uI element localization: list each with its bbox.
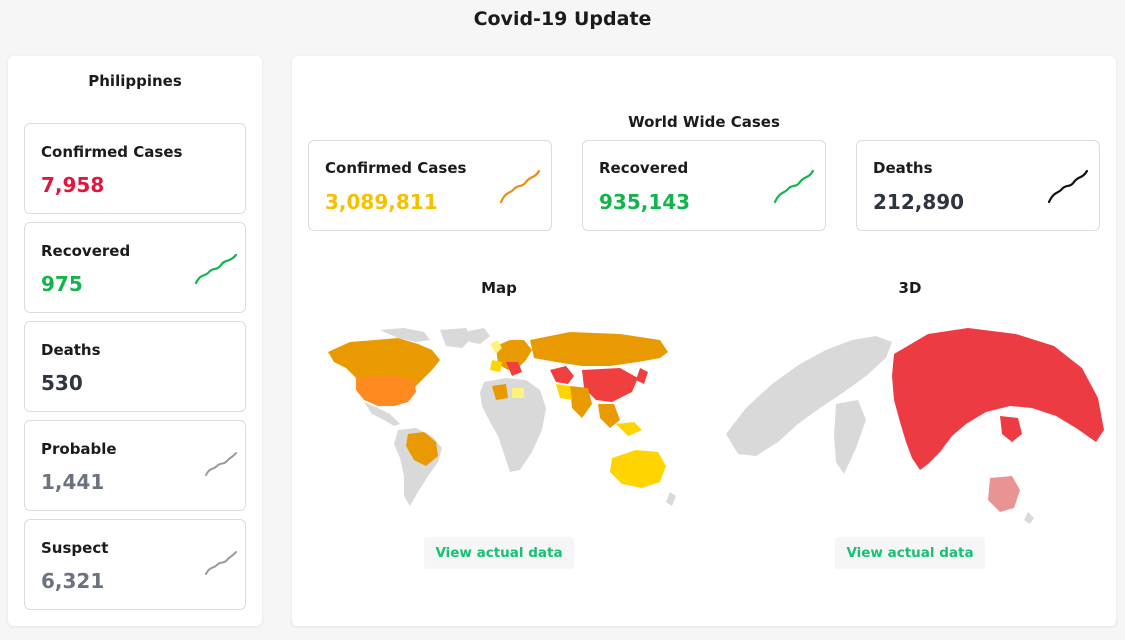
stat-value: 6,321	[41, 569, 105, 593]
country-suspect-card[interactable]: Suspect 6,321	[24, 519, 246, 610]
stat-value: 935,143	[599, 190, 691, 214]
view-map-data-button[interactable]: View actual data	[424, 537, 574, 569]
stat-value: 530	[41, 371, 83, 395]
view-globe-data-button[interactable]: View actual data	[835, 537, 985, 569]
stat-value: 1,441	[41, 470, 105, 494]
country-confirmed-card[interactable]: Confirmed Cases 7,958	[24, 123, 246, 214]
world-choropleth-map[interactable]	[320, 326, 692, 518]
trend-sparkline-icon	[205, 551, 237, 575]
stat-label: Confirmed Cases	[325, 159, 467, 177]
trend-sparkline-icon	[499, 169, 541, 204]
world-3d-globe[interactable]	[716, 324, 1108, 524]
stat-label: Deaths	[41, 341, 101, 359]
stat-label: Confirmed Cases	[41, 143, 183, 161]
trend-sparkline-icon	[773, 169, 815, 204]
country-recovered-card[interactable]: Recovered 975	[24, 222, 246, 313]
country-name: Philippines	[88, 72, 182, 90]
world-deaths-card[interactable]: Deaths 212,890	[856, 140, 1100, 231]
stat-label: Recovered	[599, 159, 689, 177]
country-probable-card[interactable]: Probable 1,441	[24, 420, 246, 511]
world-title: World Wide Cases	[628, 113, 780, 131]
trend-sparkline-icon	[205, 452, 237, 476]
stat-label: Recovered	[41, 242, 131, 260]
world-panel: World Wide Cases Confirmed Cases 3,089,8…	[292, 56, 1116, 626]
stat-label: Probable	[41, 440, 117, 458]
globe-title: 3D	[898, 279, 922, 297]
map-title: Map	[481, 279, 517, 297]
stat-label: Suspect	[41, 539, 109, 557]
stat-value: 3,089,811	[325, 190, 438, 214]
page-title: Covid-19 Update	[473, 8, 652, 30]
trend-sparkline-icon	[1047, 169, 1089, 204]
trend-sparkline-icon	[194, 253, 238, 285]
stat-label: Deaths	[873, 159, 933, 177]
country-deaths-card[interactable]: Deaths 530	[24, 321, 246, 412]
stat-value: 975	[41, 272, 83, 296]
country-panel: Philippines Confirmed Cases 7,958 Recove…	[8, 56, 262, 626]
stat-value: 212,890	[873, 190, 965, 214]
stat-value: 7,958	[41, 173, 105, 197]
world-confirmed-card[interactable]: Confirmed Cases 3,089,811	[308, 140, 552, 231]
world-recovered-card[interactable]: Recovered 935,143	[582, 140, 826, 231]
